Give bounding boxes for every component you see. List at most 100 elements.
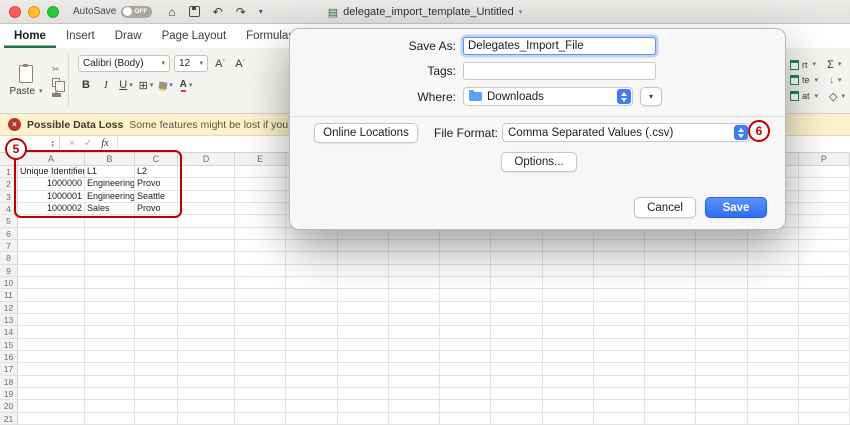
- cell-O16[interactable]: [748, 351, 799, 363]
- redo-icon[interactable]: ↷: [236, 6, 246, 18]
- cell-E2[interactable]: [235, 178, 286, 190]
- cell-A16[interactable]: [18, 351, 85, 363]
- cell-I20[interactable]: [440, 400, 491, 412]
- cancel-entry-icon[interactable]: ×: [69, 139, 75, 149]
- cell-B18[interactable]: [85, 376, 135, 388]
- where-select[interactable]: Downloads: [463, 87, 633, 106]
- cell-J8[interactable]: [491, 252, 542, 264]
- cell-G19[interactable]: [338, 388, 389, 400]
- decrease-font-size-button[interactable]: Aˇ: [232, 56, 248, 72]
- cell-H12[interactable]: [389, 302, 440, 314]
- cell-K11[interactable]: [543, 289, 594, 301]
- cell-B17[interactable]: [85, 363, 135, 375]
- cell-L16[interactable]: [594, 351, 645, 363]
- cell-J13[interactable]: [491, 314, 542, 326]
- cell-C15[interactable]: [135, 339, 178, 351]
- row-header-16[interactable]: 16: [0, 351, 18, 363]
- cell-B16[interactable]: [85, 351, 135, 363]
- cell-O15[interactable]: [748, 339, 799, 351]
- cell-F17[interactable]: [286, 363, 337, 375]
- cell-J14[interactable]: [491, 326, 542, 338]
- row-header-19[interactable]: 19: [0, 388, 18, 400]
- cell-F8[interactable]: [286, 252, 337, 264]
- cell-O11[interactable]: [748, 289, 799, 301]
- cell-B8[interactable]: [85, 252, 135, 264]
- cell-B1[interactable]: L1: [85, 166, 135, 178]
- cell-M15[interactable]: [645, 339, 696, 351]
- cell-B13[interactable]: [85, 314, 135, 326]
- cell-C18[interactable]: [135, 376, 178, 388]
- cell-E9[interactable]: [235, 265, 286, 277]
- cell-N12[interactable]: [696, 302, 747, 314]
- cell-L15[interactable]: [594, 339, 645, 351]
- cell-C20[interactable]: [135, 400, 178, 412]
- cell-I17[interactable]: [440, 363, 491, 375]
- cell-K9[interactable]: [543, 265, 594, 277]
- customize-toolbar-chevron-icon[interactable]: ▾: [259, 8, 263, 16]
- cell-A11[interactable]: [18, 289, 85, 301]
- cell-K8[interactable]: [543, 252, 594, 264]
- cell-P6[interactable]: [799, 228, 850, 240]
- cell-O10[interactable]: [748, 277, 799, 289]
- cell-H16[interactable]: [389, 351, 440, 363]
- cell-P4[interactable]: [799, 203, 850, 215]
- cell-C19[interactable]: [135, 388, 178, 400]
- cell-N8[interactable]: [696, 252, 747, 264]
- italic-button[interactable]: I: [98, 77, 114, 93]
- cell-E18[interactable]: [235, 376, 286, 388]
- tab-home[interactable]: Home: [4, 24, 56, 48]
- cell-F14[interactable]: [286, 326, 337, 338]
- cell-C17[interactable]: [135, 363, 178, 375]
- cell-N18[interactable]: [696, 376, 747, 388]
- cell-P7[interactable]: [799, 240, 850, 252]
- confirm-entry-icon[interactable]: ✓: [84, 139, 92, 149]
- font-name-select[interactable]: Calibri (Body)▾: [78, 55, 170, 72]
- cell-G18[interactable]: [338, 376, 389, 388]
- cell-M9[interactable]: [645, 265, 696, 277]
- cell-C14[interactable]: [135, 326, 178, 338]
- cell-M20[interactable]: [645, 400, 696, 412]
- cell-P14[interactable]: [799, 326, 850, 338]
- row-header-13[interactable]: 13: [0, 314, 18, 326]
- cell-D2[interactable]: [178, 178, 235, 190]
- cell-O21[interactable]: [748, 413, 799, 425]
- cell-A3[interactable]: 1000001: [18, 191, 85, 203]
- cell-F9[interactable]: [286, 265, 337, 277]
- cell-L8[interactable]: [594, 252, 645, 264]
- cell-L14[interactable]: [594, 326, 645, 338]
- document-title[interactable]: ▤ delegate_import_template_Untitled ▾: [328, 0, 523, 24]
- cell-E15[interactable]: [235, 339, 286, 351]
- cell-B2[interactable]: Engineering: [85, 178, 135, 190]
- expand-dialog-button[interactable]: ▾: [640, 87, 662, 106]
- cell-B14[interactable]: [85, 326, 135, 338]
- cell-P8[interactable]: [799, 252, 850, 264]
- cell-L13[interactable]: [594, 314, 645, 326]
- cell-O8[interactable]: [748, 252, 799, 264]
- cell-C9[interactable]: [135, 265, 178, 277]
- cell-D18[interactable]: [178, 376, 235, 388]
- cell-I21[interactable]: [440, 413, 491, 425]
- row-header-10[interactable]: 10: [0, 277, 18, 289]
- cell-I19[interactable]: [440, 388, 491, 400]
- cell-E4[interactable]: [235, 203, 286, 215]
- cell-M14[interactable]: [645, 326, 696, 338]
- row-header-9[interactable]: 9: [0, 265, 18, 277]
- cell-D12[interactable]: [178, 302, 235, 314]
- cell-J10[interactable]: [491, 277, 542, 289]
- increase-font-size-button[interactable]: Aˆ: [212, 56, 228, 72]
- cell-L21[interactable]: [594, 413, 645, 425]
- cell-O13[interactable]: [748, 314, 799, 326]
- cell-C8[interactable]: [135, 252, 178, 264]
- cell-A9[interactable]: [18, 265, 85, 277]
- cell-E5[interactable]: [235, 215, 286, 227]
- cell-F13[interactable]: [286, 314, 337, 326]
- cell-L19[interactable]: [594, 388, 645, 400]
- cell-O14[interactable]: [748, 326, 799, 338]
- cell-E1[interactable]: [235, 166, 286, 178]
- home-icon[interactable]: ⌂: [168, 6, 175, 18]
- cell-K18[interactable]: [543, 376, 594, 388]
- cell-L10[interactable]: [594, 277, 645, 289]
- cell-M21[interactable]: [645, 413, 696, 425]
- cell-D14[interactable]: [178, 326, 235, 338]
- cell-M10[interactable]: [645, 277, 696, 289]
